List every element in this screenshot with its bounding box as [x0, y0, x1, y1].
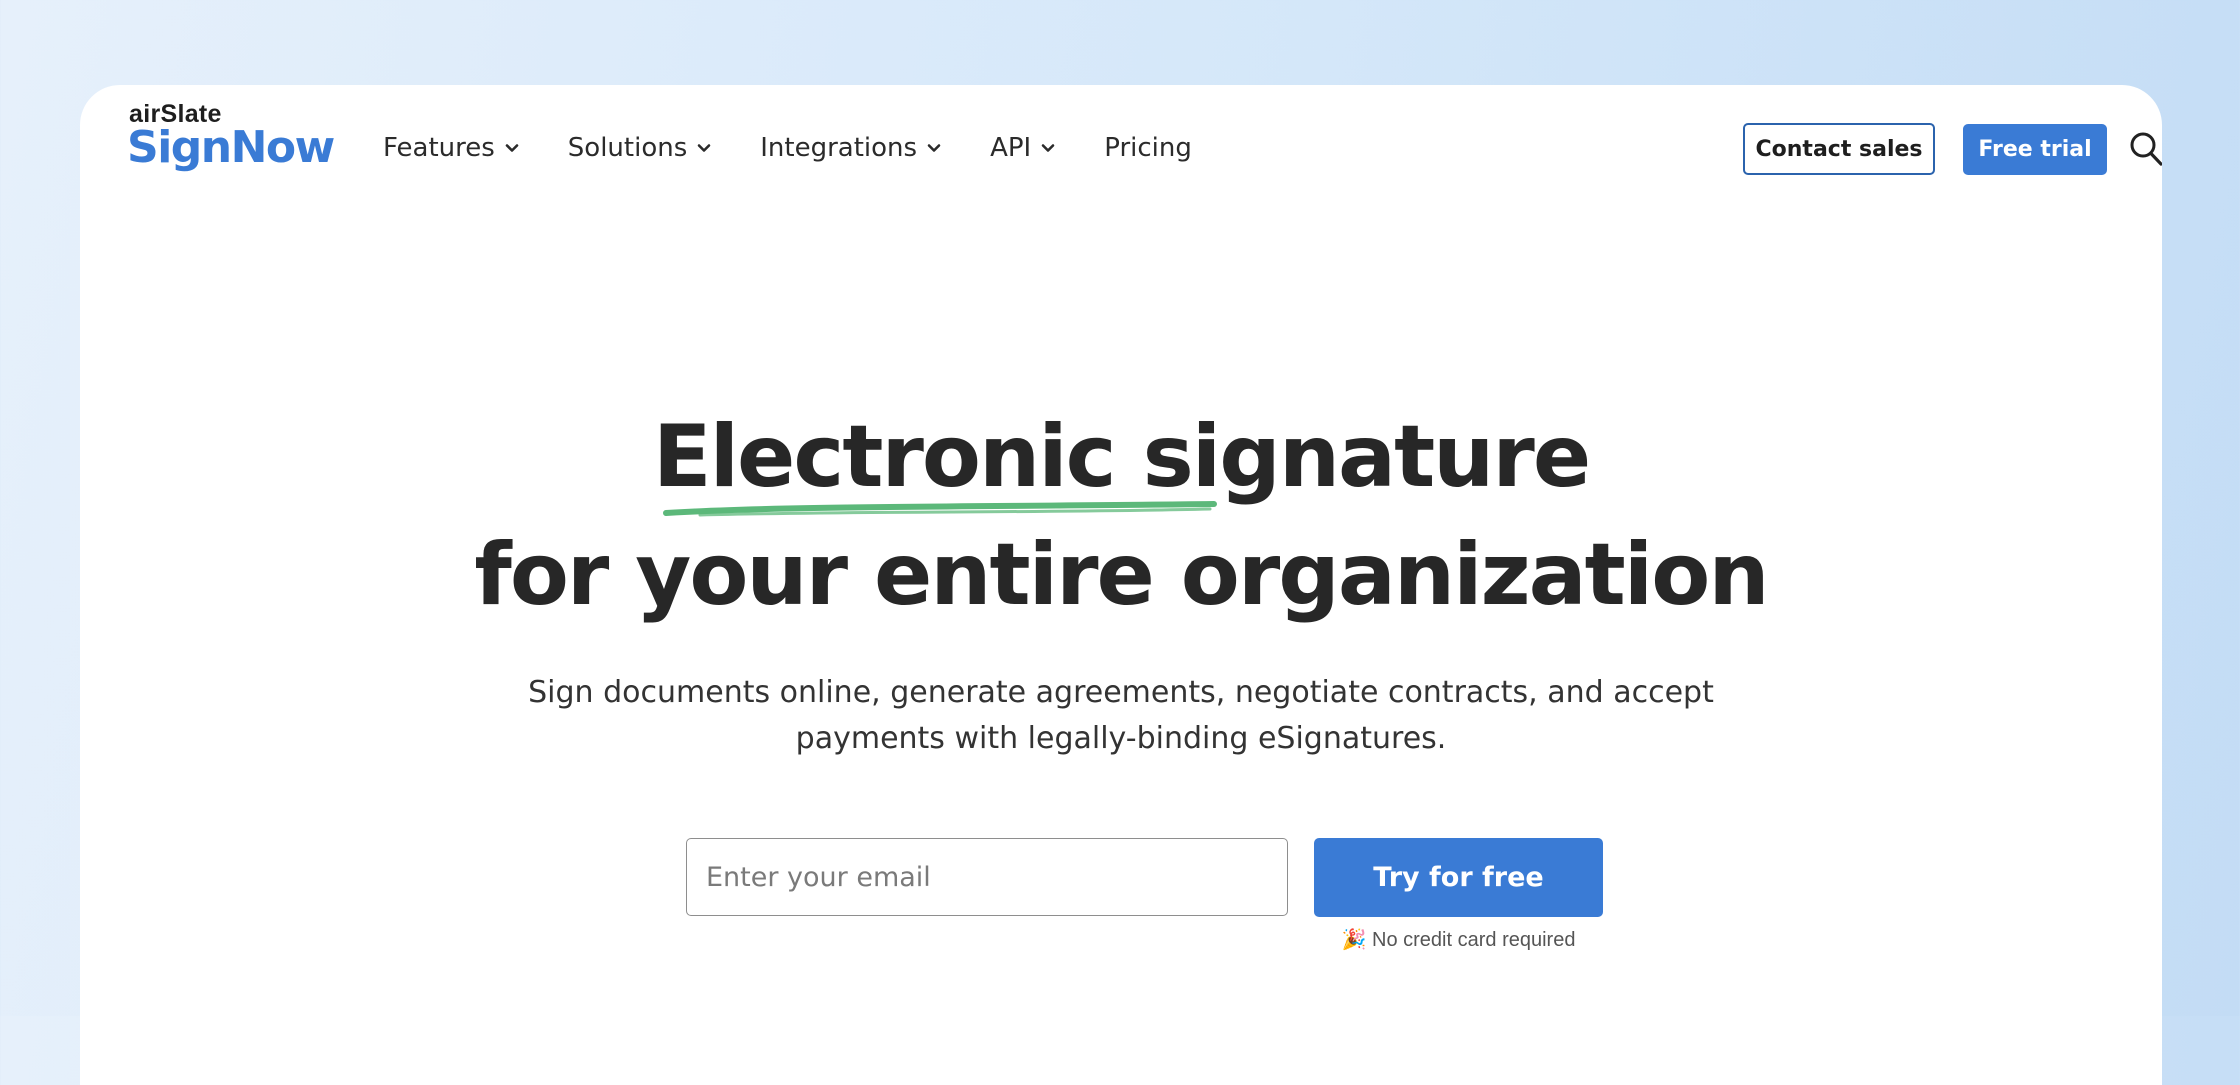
nav-item-integrations[interactable]: Integrations — [760, 133, 942, 163]
free-trial-button[interactable]: Free trial — [1963, 124, 2107, 175]
hero-subtitle-line2: payments with legally-binding eSignature… — [795, 721, 1447, 756]
nav-item-features[interactable]: Features — [383, 133, 520, 163]
nav-item-label: Pricing — [1104, 133, 1192, 163]
chevron-down-icon — [1041, 144, 1055, 152]
brush-underline — [663, 501, 1217, 517]
no-credit-card-note: 🎉 No credit card required — [1314, 927, 1603, 952]
chevron-down-icon — [505, 144, 519, 152]
chevron-down-icon — [697, 144, 711, 152]
party-popper-icon: 🎉 — [1341, 929, 1367, 951]
email-input[interactable] — [686, 838, 1288, 916]
page-card: airSlate SignNow Features Solutions Inte… — [80, 85, 2162, 1085]
logo-brand-main: SignNow — [127, 122, 335, 173]
nav-item-solutions[interactable]: Solutions — [568, 133, 712, 163]
nav-item-label: Features — [383, 133, 495, 163]
no-credit-card-text: No credit card required — [1372, 929, 1576, 951]
nav-item-label: Integrations — [760, 133, 918, 163]
main-nav: Features Solutions Integrations API Pric… — [383, 133, 1240, 163]
chevron-down-icon — [927, 144, 941, 152]
nav-item-label: API — [990, 133, 1032, 163]
hero-subtitle: Sign documents online, generate agreemen… — [80, 670, 2162, 762]
search-icon[interactable] — [2128, 130, 2162, 168]
nav-item-pricing[interactable]: Pricing — [1104, 133, 1192, 163]
hero-title-line2: for your entire organization — [474, 525, 1769, 625]
nav-item-label: Solutions — [567, 133, 688, 163]
try-for-free-button[interactable]: Try for free — [1314, 838, 1603, 917]
nav-item-api[interactable]: API — [990, 133, 1056, 163]
hero-title-line1: Electronic signature — [652, 407, 1591, 507]
hero-subtitle-line1: Sign documents online, generate agreemen… — [528, 675, 1714, 710]
contact-sales-button[interactable]: Contact sales — [1743, 123, 1935, 175]
